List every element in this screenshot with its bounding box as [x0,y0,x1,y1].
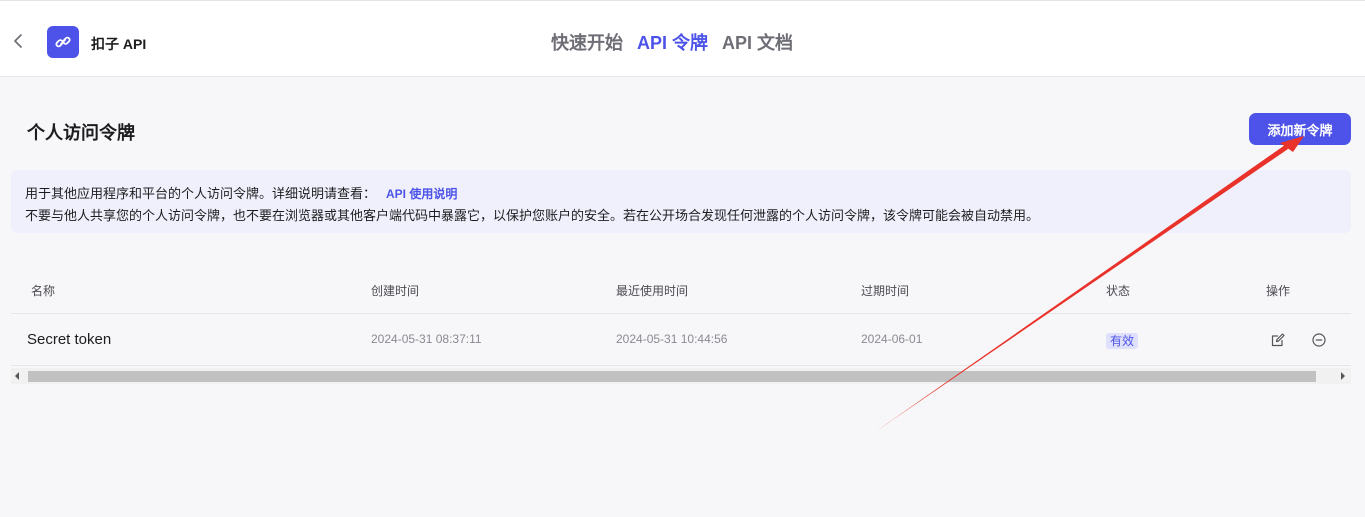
tokens-table: 名称 创建时间 最近使用时间 过期时间 状态 操作 Secret token 2… [11,270,1351,384]
notice-text-1: 用于其他应用程序和平台的个人访问令牌。详细说明请查看： [25,186,377,201]
col-last-used: 最近使用时间 [616,284,689,298]
app-logo [47,26,79,58]
api-usage-link[interactable]: API 使用说明 [386,187,457,201]
notice-text-2: 不要与他人共享您的个人访问令牌，也不要在浏览器或其他客户端代码中暴露它，以保护您… [25,208,1040,223]
info-notice: 用于其他应用程序和平台的个人访问令牌。详细说明请查看： API 使用说明 不要与他… [11,170,1351,233]
main-nav: 快速开始 API 令牌 API 文档 [551,29,793,55]
col-actions: 操作 [1266,284,1291,298]
col-created: 创建时间 [371,284,420,298]
back-chevron-icon[interactable] [10,31,28,51]
scrollbar-thumb[interactable] [28,371,1316,382]
token-last-used: 2024-05-31 10:44:56 [616,332,728,346]
table-header: 名称 创建时间 最近使用时间 过期时间 状态 操作 [11,270,1351,314]
app-title: 扣子 API [91,36,147,52]
tab-quick-start[interactable]: 快速开始 [551,29,623,55]
token-created: 2024-05-31 08:37:11 [371,332,482,346]
add-token-button[interactable]: 添加新令牌 [1249,113,1351,145]
col-status: 状态 [1106,284,1131,298]
status-badge: 有效 [1106,333,1139,349]
edit-icon[interactable] [1270,332,1286,348]
token-name: Secret token [27,331,112,348]
scroll-left-arrow-icon[interactable] [15,372,19,380]
tab-api-tokens[interactable]: API 令牌 [637,29,708,55]
col-expires: 过期时间 [861,284,910,298]
page-title: 个人访问令牌 [27,123,135,143]
token-expires: 2024-06-01 [861,332,923,346]
remove-circle-icon[interactable] [1311,332,1327,348]
scroll-right-arrow-icon[interactable] [1341,372,1345,380]
table-row: Secret token 2024-05-31 08:37:11 2024-05… [11,314,1351,366]
top-bar: 扣子 API 快速开始 API 令牌 API 文档 [0,0,1365,77]
notice-line-1: 用于其他应用程序和平台的个人访问令牌。详细说明请查看： API 使用说明 [25,183,1337,205]
col-name: 名称 [31,284,56,298]
tab-api-docs[interactable]: API 文档 [722,29,793,55]
annotation-arrow [875,136,1304,432]
link-icon [55,36,71,48]
horizontal-scrollbar[interactable] [11,368,1351,384]
